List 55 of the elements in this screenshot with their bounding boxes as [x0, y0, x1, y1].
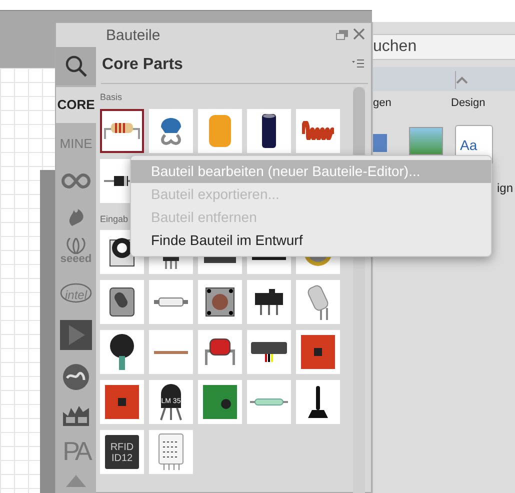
part-tile[interactable]: RFID ID12	[100, 430, 144, 474]
search-field[interactable]: uchen	[373, 34, 515, 60]
part-icon	[104, 384, 140, 420]
part-icon	[160, 383, 182, 421]
part-icon	[249, 398, 289, 406]
part-icon	[307, 385, 329, 419]
bin-tab[interactable]: MINE	[56, 125, 96, 163]
part-icon	[104, 434, 140, 470]
close-icon[interactable]	[353, 28, 365, 40]
boards-icon	[61, 404, 91, 426]
part-icon	[158, 433, 184, 471]
part-icon	[300, 334, 336, 370]
section-label: Basis	[100, 91, 122, 104]
part-icon	[160, 116, 182, 144]
float-icon[interactable]	[336, 30, 348, 40]
search-icon	[65, 55, 87, 77]
panel-title: Bauteile	[106, 26, 160, 46]
bin-tab[interactable]: CORE	[56, 87, 96, 123]
menu-icon[interactable]	[352, 59, 364, 69]
part-icon	[208, 114, 232, 148]
part-icon	[104, 122, 140, 140]
part-icon	[305, 282, 331, 322]
infinity-icon	[61, 173, 91, 189]
part-icon	[250, 341, 288, 363]
menu-item[interactable]: Finde Bauteil im Entwurf	[131, 229, 491, 252]
gallery-label: ign	[496, 180, 513, 197]
color-button[interactable]	[373, 134, 387, 152]
group-label: gen	[373, 96, 392, 111]
swirl-icon	[62, 363, 90, 391]
part-icon	[205, 287, 235, 317]
play-icon	[60, 320, 92, 350]
search-button[interactable]	[56, 47, 96, 85]
group-label: Design	[451, 96, 486, 111]
part-label: RFID ID12	[109, 442, 135, 464]
part-icon	[254, 288, 284, 316]
bin-label: intel	[64, 289, 87, 301]
chevron-up-icon	[456, 76, 468, 84]
bin-tab[interactable]: intel	[56, 275, 96, 315]
section-label: Eingab	[100, 212, 128, 226]
part-icon	[109, 333, 135, 371]
bin-tab[interactable]: seeed	[56, 231, 96, 271]
bin-tab[interactable]: PA	[56, 435, 96, 467]
part-icon	[302, 121, 334, 140]
part-tile[interactable]	[100, 108, 144, 152]
bin-label: seeed	[60, 254, 92, 264]
part-icon	[261, 112, 277, 148]
oval-icon	[59, 282, 93, 304]
part-icon	[153, 297, 189, 307]
arrow-icon	[64, 473, 88, 487]
part-icon	[205, 338, 235, 366]
part-icon	[153, 350, 189, 354]
menu-item[interactable]: Bauteil bearbeiten (neuer Bauteile-Editor)...	[131, 160, 491, 183]
part-icon	[109, 287, 135, 317]
bin-title: Core Parts	[102, 55, 183, 75]
part-icon	[202, 384, 238, 420]
